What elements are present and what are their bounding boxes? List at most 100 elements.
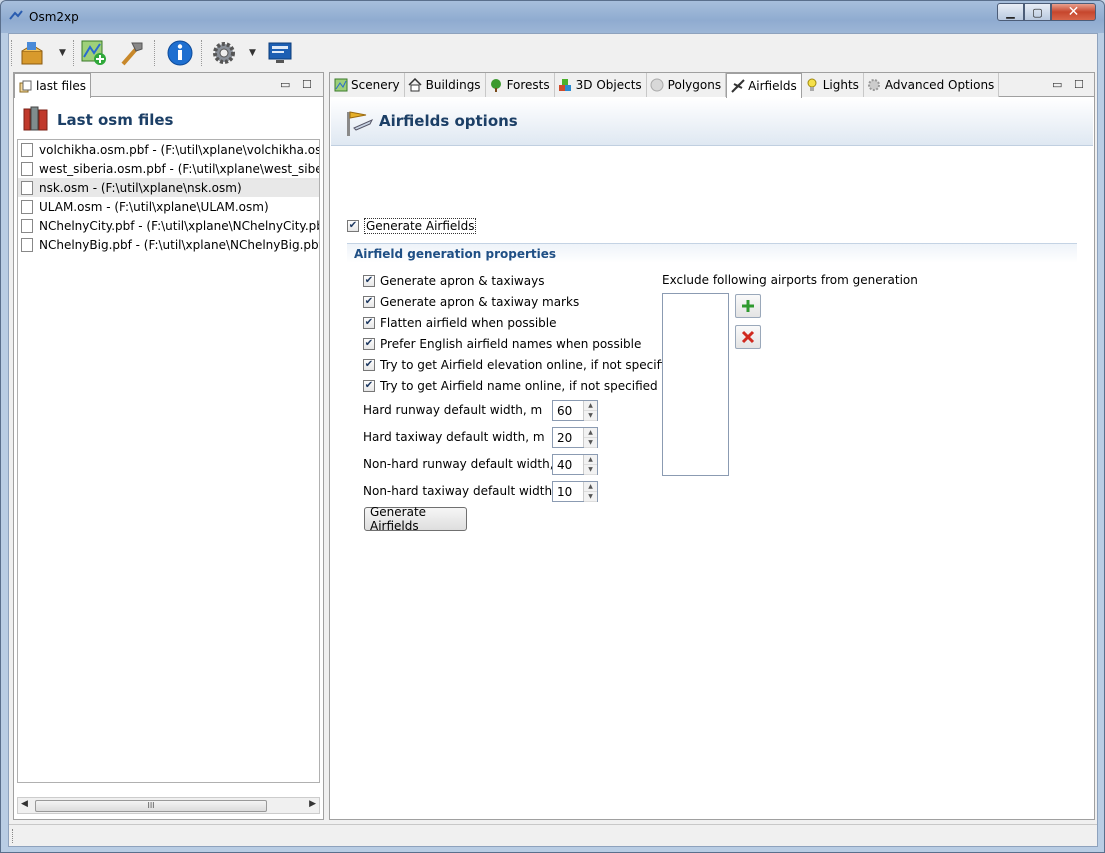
- spin-down-icon[interactable]: ▼: [584, 438, 597, 448]
- option-row[interactable]: ✔ Generate apron & taxiway marks: [363, 295, 579, 309]
- tab-3d-objects[interactable]: 3D Objects: [554, 73, 647, 97]
- option-row[interactable]: ✔ Try to get Airfield name online, if not…: [363, 379, 658, 393]
- new-scenery-icon: [81, 40, 106, 65]
- option-checkbox[interactable]: ✔: [363, 359, 375, 371]
- list-item[interactable]: NChelnyBig.pbf - (F:\util\xplane\NChelny…: [18, 235, 319, 254]
- tab-advanced-options[interactable]: Advanced Options: [863, 73, 1000, 97]
- width-value[interactable]: 40: [557, 458, 572, 472]
- exclude-airports-list[interactable]: [662, 293, 729, 476]
- spin-up-icon[interactable]: ▲: [584, 455, 597, 465]
- generate-airfields-checkbox[interactable]: ✔: [347, 220, 359, 232]
- width-spinner[interactable]: 20 ▲ ▼: [552, 427, 598, 448]
- tab-last-files[interactable]: last files: [14, 73, 91, 98]
- spin-down-icon[interactable]: ▼: [584, 411, 597, 421]
- option-checkbox[interactable]: ✔: [363, 275, 375, 287]
- maximize-button[interactable]: ▢: [1024, 3, 1051, 21]
- settings-button[interactable]: [209, 38, 239, 68]
- new-scenery-button[interactable]: [79, 38, 109, 68]
- airfield-icon: [730, 79, 745, 94]
- toolbar-separator: [154, 40, 156, 66]
- list-item[interactable]: west_siberia.osm.pbf - (F:\util\xplane\w…: [18, 159, 319, 178]
- app-icon: [9, 10, 23, 20]
- file-list[interactable]: volchikha.osm.pbf - (F:\util\xplane\volc…: [17, 139, 320, 783]
- width-spinner[interactable]: 60 ▲ ▼: [552, 400, 598, 421]
- build-tools-button[interactable]: [117, 38, 147, 68]
- file-label: west_siberia.osm.pbf - (F:\util\xplane\w…: [39, 161, 319, 176]
- width-value[interactable]: 60: [557, 404, 572, 418]
- tab-forests[interactable]: Forests: [485, 73, 555, 97]
- tab-buildings[interactable]: Buildings: [404, 73, 486, 97]
- width-value[interactable]: 20: [557, 431, 572, 445]
- generate-airfields-row[interactable]: ✔ Generate Airfields: [347, 218, 477, 234]
- settings-dropdown-arrow[interactable]: ▼: [249, 48, 256, 58]
- bulb-icon: [805, 78, 820, 93]
- right-maximize-icon[interactable]: ☐: [1074, 78, 1084, 91]
- option-checkbox[interactable]: ✔: [363, 338, 375, 350]
- tab-label: Polygons: [667, 78, 722, 92]
- delete-icon: [741, 330, 755, 344]
- spin-up-icon[interactable]: ▲: [584, 401, 597, 411]
- list-item[interactable]: nsk.osm - (F:\util\xplane\nsk.osm): [18, 178, 319, 197]
- scroll-left-icon[interactable]: ◀: [21, 799, 28, 809]
- option-row[interactable]: ✔ Flatten airfield when possible: [363, 316, 556, 330]
- file-label: volchikha.osm.pbf - (F:\util\xplane\volc…: [39, 142, 319, 157]
- file-label: ULAM.osm - (F:\util\xplane\ULAM.osm): [39, 199, 269, 214]
- spin-up-icon[interactable]: ▲: [584, 482, 597, 492]
- last-files-view: last files ▭ ☐ Last osm files volchikha.…: [13, 72, 324, 820]
- monitor-button[interactable]: [265, 38, 295, 68]
- right-minimize-icon[interactable]: ▭: [1052, 78, 1062, 91]
- remove-airport-button[interactable]: [735, 325, 761, 349]
- width-value[interactable]: 10: [557, 485, 572, 499]
- spin-up-icon[interactable]: ▲: [584, 428, 597, 438]
- option-checkbox[interactable]: ✔: [363, 317, 375, 329]
- status-grip: [12, 829, 16, 843]
- option-row[interactable]: ✔ Prefer English airfield names when poss…: [363, 337, 641, 351]
- title-bar[interactable]: Osm2xp ▁ ▢ ✕: [1, 1, 1104, 33]
- open-dropdown-arrow[interactable]: ▼: [59, 48, 66, 58]
- maximize-icon: ▢: [1032, 5, 1043, 19]
- left-tabrow: last files: [14, 73, 323, 98]
- scroll-thumb[interactable]: III: [35, 800, 267, 812]
- exclude-label-text: Exclude following airports from generati…: [662, 273, 918, 287]
- tab-lights[interactable]: Lights: [801, 73, 864, 97]
- spin-down-icon[interactable]: ▼: [584, 465, 597, 475]
- option-row[interactable]: ✔ Try to get Airfield elevation online, i…: [363, 358, 679, 372]
- tab-airfields[interactable]: Airfields: [726, 73, 802, 98]
- width-spinner[interactable]: 40 ▲ ▼: [552, 454, 598, 475]
- objects-icon: [558, 78, 573, 93]
- list-item[interactable]: ULAM.osm - (F:\util\xplane\ULAM.osm): [18, 197, 319, 216]
- spin-down-icon[interactable]: ▼: [584, 492, 597, 502]
- generate-airfields-button[interactable]: Generate Airfields: [364, 505, 467, 533]
- list-item[interactable]: NChelnyCity.pbf - (F:\util\xplane\NCheln…: [18, 216, 319, 235]
- tab-scenery[interactable]: Scenery: [330, 73, 405, 97]
- horizontal-scrollbar[interactable]: ◀ III ▶: [17, 797, 320, 814]
- add-airport-button[interactable]: [735, 294, 761, 318]
- info-button[interactable]: [165, 38, 195, 68]
- left-minimize-icon[interactable]: ▭: [280, 78, 290, 91]
- tab-label: Scenery: [351, 78, 400, 92]
- scroll-right-icon[interactable]: ▶: [309, 799, 316, 809]
- option-row[interactable]: ✔ Generate apron & taxiways: [363, 274, 544, 288]
- file-icon: [21, 180, 33, 195]
- option-checkbox[interactable]: ✔: [363, 296, 375, 308]
- close-button[interactable]: ✕: [1051, 3, 1096, 21]
- window-title: Osm2xp: [29, 10, 79, 24]
- width-spinner[interactable]: 10 ▲ ▼: [552, 481, 598, 502]
- option-checkbox[interactable]: ✔: [363, 380, 375, 392]
- open-project-button[interactable]: [18, 38, 48, 68]
- left-maximize-icon[interactable]: ☐: [302, 78, 312, 91]
- last-files-tab-icon: [18, 79, 33, 94]
- airfields-title: Airfields options: [379, 112, 518, 130]
- minimize-icon: ▁: [1006, 5, 1015, 19]
- minimize-button[interactable]: ▁: [997, 3, 1024, 21]
- tab-label: Airfields: [748, 79, 797, 93]
- polygon-icon: [650, 78, 665, 93]
- list-item[interactable]: volchikha.osm.pbf - (F:\util\xplane\volc…: [18, 140, 319, 159]
- options-tabrow: Scenery Buildings Forests 3D Objects Polygon…: [330, 73, 1094, 98]
- gear-icon: [867, 78, 882, 93]
- tab-polygons[interactable]: Polygons: [646, 73, 727, 97]
- option-label: Try to get Airfield elevation online, if…: [380, 358, 680, 372]
- tree-icon: [489, 78, 504, 93]
- file-label: NChelnyCity.pbf - (F:\util\xplane\NCheln…: [39, 218, 319, 233]
- option-label: Generate apron & taxiways: [380, 274, 545, 288]
